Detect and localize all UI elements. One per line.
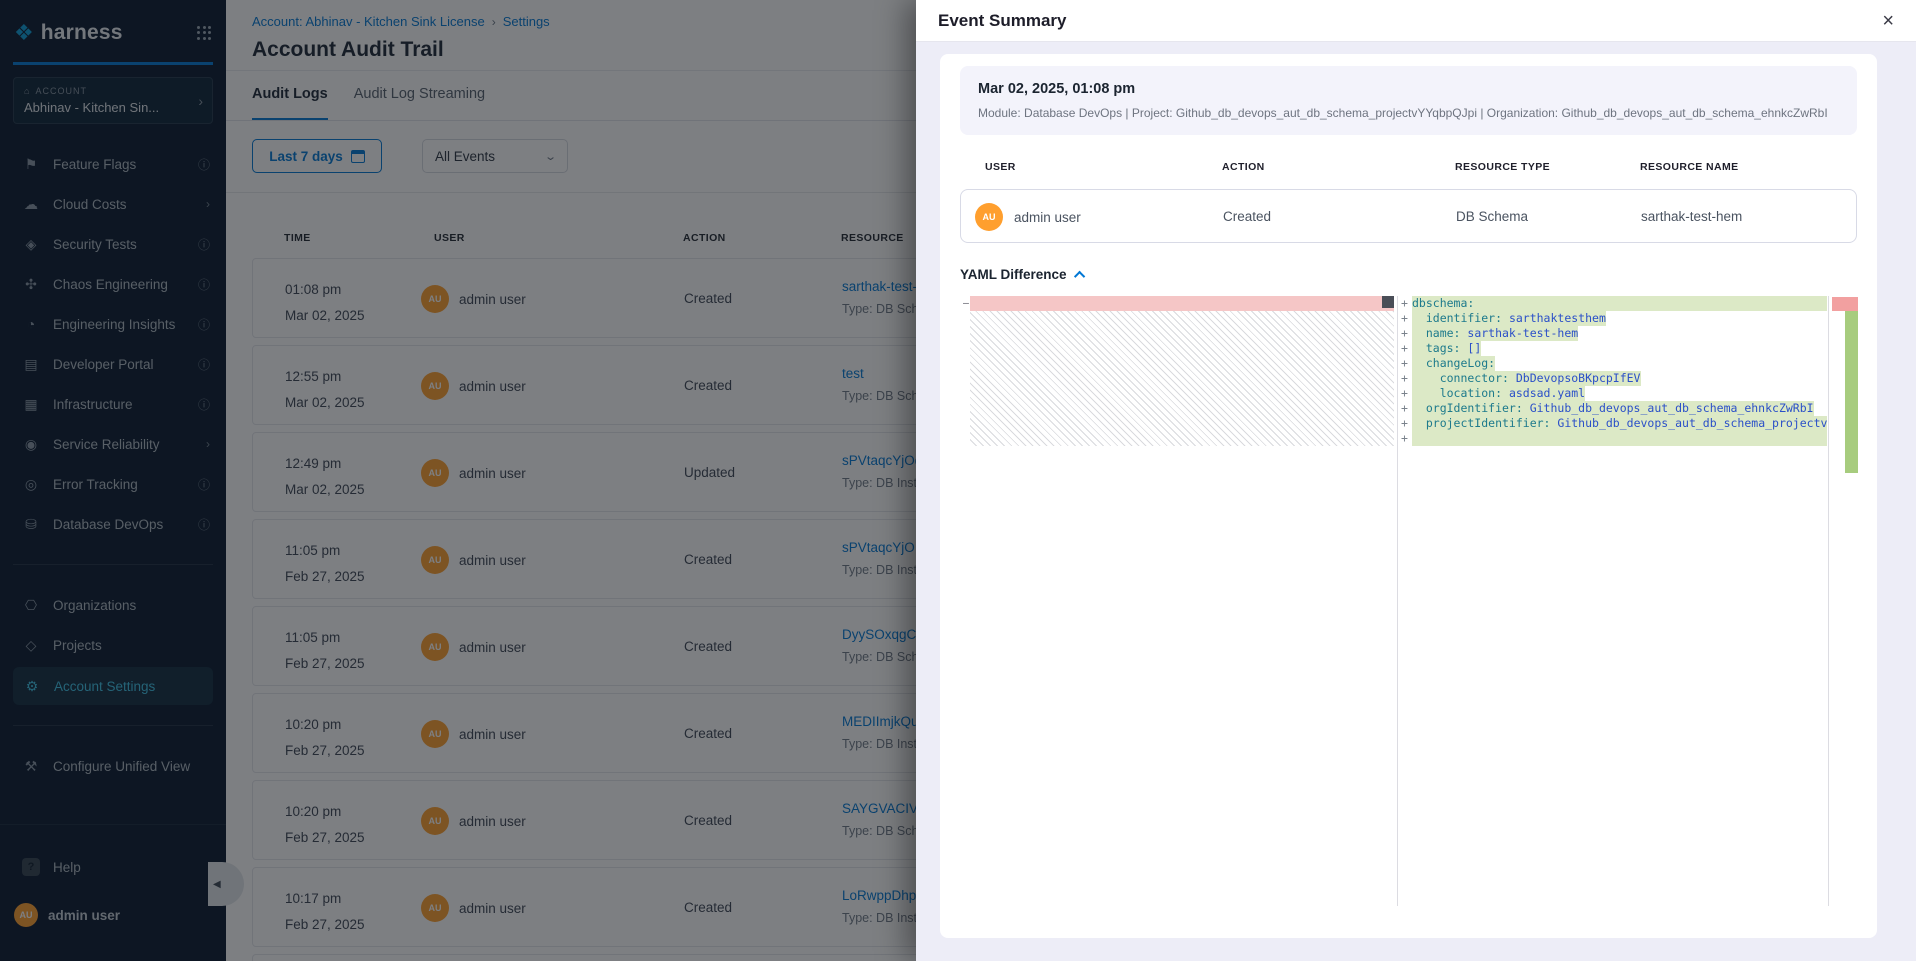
event-summary-panel: Mar 02, 2025, 01:08 pm Module: Database … <box>940 54 1877 938</box>
diff-empty-hatch <box>970 311 1394 446</box>
event-meta: Module: Database DevOps | Project: Githu… <box>978 106 1839 120</box>
chevron-up-icon <box>1073 270 1084 281</box>
yaml-line: tags: [] <box>1412 341 1827 356</box>
event-table-row: AUadmin user Created DB Schema sarthak-t… <box>960 189 1857 243</box>
yaml-difference-toggle[interactable]: YAML Difference <box>960 267 1085 282</box>
event-info-card: Mar 02, 2025, 01:08 pm Module: Database … <box>960 66 1857 135</box>
yaml-line: identifier: sarthaktesthem <box>1412 311 1827 326</box>
yaml-diff-editor: − ++++++++++ dbschema: identifier: sarth… <box>960 296 1857 906</box>
diff-modified-pane: dbschema: identifier: sarthaktesthem nam… <box>1412 296 1827 446</box>
yaml-line: changeLog: <box>1412 356 1827 371</box>
removed-marker <box>1832 297 1858 311</box>
yaml-line: name: sarthak-test-hem <box>1412 326 1827 341</box>
diff-overview-ruler <box>1832 296 1858 906</box>
avatar: AU <box>975 203 1003 231</box>
diff-original-pane <box>970 296 1394 446</box>
added-marker <box>1845 311 1858 473</box>
drawer-title: Event Summary <box>938 11 1882 31</box>
app-root: ❖ harness ⌂ ACCOUNT Abhinav - Kitchen Si… <box>0 0 1916 961</box>
divider <box>1397 296 1398 906</box>
divider <box>1828 296 1829 906</box>
event-timestamp: Mar 02, 2025, 01:08 pm <box>978 81 1839 97</box>
diff-sash-handle[interactable] <box>1382 296 1394 308</box>
yaml-line: location: asdsad.yaml <box>1412 386 1827 401</box>
drawer-header: Event Summary × <box>916 0 1916 42</box>
event-table-header: USER ACTION RESOURCE TYPE RESOURCE NAME <box>960 161 1857 175</box>
yaml-line: dbschema: <box>1412 296 1827 311</box>
removed-line-bar <box>970 296 1394 311</box>
close-icon[interactable]: × <box>1882 11 1894 31</box>
yaml-line <box>1412 431 1827 446</box>
event-summary-drawer: Event Summary × Mar 02, 2025, 01:08 pm M… <box>916 0 1916 961</box>
yaml-line: connector: DbDevopsoBKpcpIfEV <box>1412 371 1827 386</box>
added-line-gutter: ++++++++++ <box>1401 296 1412 446</box>
yaml-line: projectIdentifier: Github_db_devops_aut_… <box>1412 416 1827 431</box>
yaml-line: orgIdentifier: Github_db_devops_aut_db_s… <box>1412 401 1827 416</box>
